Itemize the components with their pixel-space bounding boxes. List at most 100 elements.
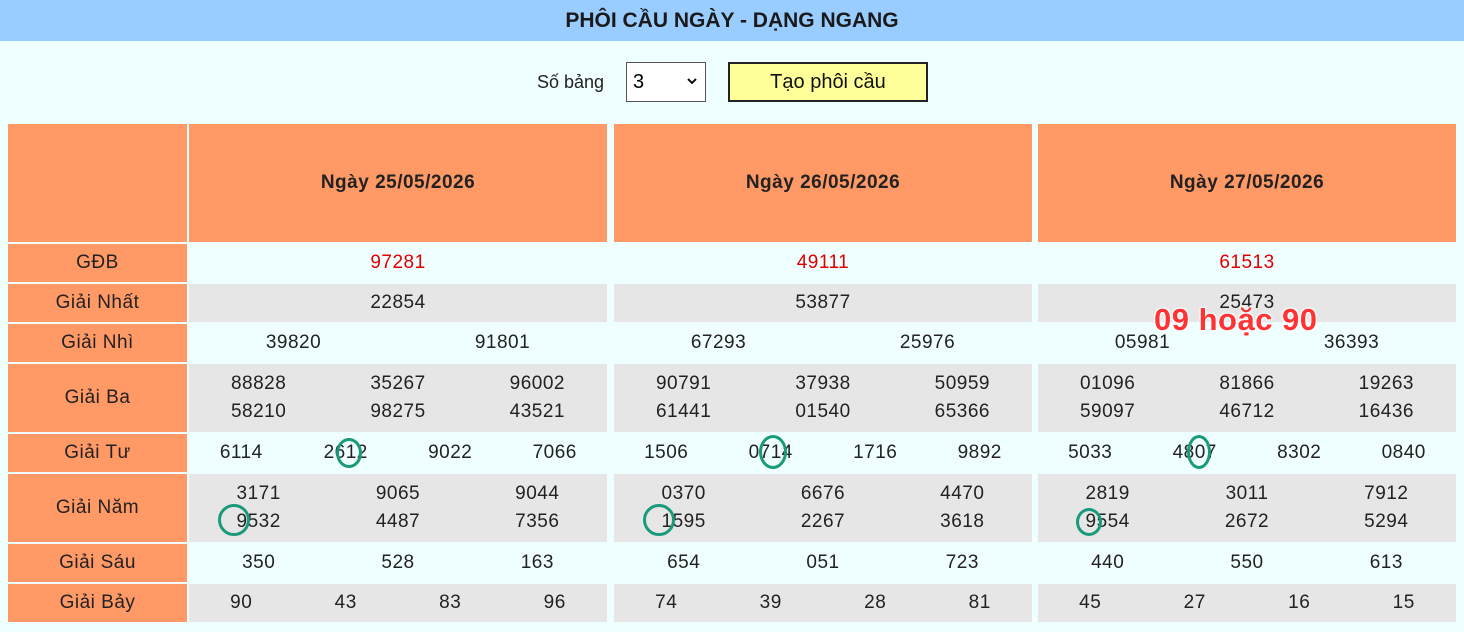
prize-value: 5294 xyxy=(1364,511,1409,532)
prize-value: 39 xyxy=(759,592,782,613)
table-row: GĐB 97281 49111 61513 xyxy=(8,244,1456,282)
prize-value: 9554 xyxy=(1085,511,1130,532)
prize-value: 654 xyxy=(667,552,701,573)
board-count-label: Số bảng xyxy=(537,72,605,92)
controls-bar: Số bảng 3 Tạo phôi cầu xyxy=(0,62,1464,102)
special-prize-value: 49111 xyxy=(614,244,1032,282)
prize-value: 723 xyxy=(945,552,979,573)
prize-value: 28 xyxy=(864,592,887,613)
prize-value: 88828 xyxy=(230,373,287,394)
prize-value: 46712 xyxy=(1219,401,1275,422)
prize-value: 39820 xyxy=(265,332,322,353)
prize-value: 81866 xyxy=(1219,373,1275,394)
prize-value: 96002 xyxy=(509,373,565,394)
prize-value: 350 xyxy=(242,552,276,573)
prize-value: 7066 xyxy=(532,442,577,463)
board-count-select[interactable]: 3 xyxy=(626,62,706,102)
prize-value: 83 xyxy=(439,592,462,613)
prize-value: 7912 xyxy=(1364,483,1409,504)
page-title: PHÔI CẦU NGÀY - DẠNG NGANG xyxy=(0,0,1464,41)
prize-value: 25976 xyxy=(899,332,956,353)
prize-value: 9044 xyxy=(515,483,560,504)
prize-value: 65366 xyxy=(934,401,990,422)
prize-value: 90 xyxy=(230,592,253,613)
prize-value: 15 xyxy=(1392,592,1415,613)
prize-value: 528 xyxy=(381,552,415,573)
prize-value: 7356 xyxy=(515,511,560,532)
prize-value: 440 xyxy=(1091,552,1125,573)
prize-value: 613 xyxy=(1369,552,1403,573)
prize-value: 43 xyxy=(334,592,357,613)
prize-value: 9022 xyxy=(428,442,473,463)
prize-value: 27 xyxy=(1183,592,1206,613)
special-prize-value: 61513 xyxy=(1038,244,1456,282)
prize-value: 8302 xyxy=(1277,442,1322,463)
table-row: Giải Sáu 350 528 163 654 051 723 440 550… xyxy=(8,544,1456,582)
table-row: Giải Ba 88828 35267 96002 58210 98275 43… xyxy=(8,364,1456,432)
prize-value: 67293 xyxy=(690,332,747,353)
date-header: Ngày 27/05/2026 xyxy=(1038,124,1456,242)
prize-value: 2612 xyxy=(323,442,368,463)
prize-value: 45 xyxy=(1079,592,1102,613)
prize-value: 61441 xyxy=(655,401,712,422)
prize-value: 1716 xyxy=(853,442,898,463)
prize-value: 9532 xyxy=(236,511,281,532)
prize-value: 16 xyxy=(1288,592,1311,613)
generate-button[interactable]: Tạo phôi cầu xyxy=(728,62,928,102)
prize-value: 9065 xyxy=(375,483,421,504)
prize-value: 90791 xyxy=(655,373,712,394)
prize-value: 4470 xyxy=(940,483,985,504)
prize-value: 58210 xyxy=(230,401,287,422)
prize-value: 01096 xyxy=(1079,373,1136,394)
prize-value: 19263 xyxy=(1358,373,1414,394)
prize-value: 2819 xyxy=(1085,483,1130,504)
prize-label: Giải Tư xyxy=(8,434,187,472)
prize-value: 6676 xyxy=(800,483,846,504)
prediction-text: 09 hoặc 90 xyxy=(1154,302,1318,337)
table-row: Giải Tư 6114 2612 9022 7066 1506 0714 17… xyxy=(8,434,1456,472)
prize-value: 550 xyxy=(1230,552,1264,573)
prize-value: 22854 xyxy=(189,284,607,322)
prize-value: 4487 xyxy=(375,511,421,532)
prize-value: 74 xyxy=(655,592,678,613)
prize-value: 81 xyxy=(968,592,991,613)
prize-value: 91801 xyxy=(474,332,531,353)
prize-value: 36393 xyxy=(1323,332,1380,353)
prize-label: Giải Bảy xyxy=(8,584,187,622)
prize-label: GĐB xyxy=(8,244,187,282)
prize-value: 1595 xyxy=(661,511,706,532)
prize-label: Giải Nhì xyxy=(8,324,187,362)
prize-value: 1506 xyxy=(644,442,689,463)
prize-value: 0840 xyxy=(1381,442,1426,463)
prize-value: 2672 xyxy=(1224,511,1270,532)
prize-label: Giải Năm xyxy=(8,474,187,542)
prize-value: 4807 xyxy=(1172,442,1217,463)
table-row: Giải Năm 3171 9065 9044 9532 4487 7356 0… xyxy=(8,474,1456,542)
prize-value: 051 xyxy=(806,552,840,573)
prize-value: 98275 xyxy=(370,401,426,422)
prize-value: 0370 xyxy=(661,483,706,504)
prize-value: 35267 xyxy=(370,373,426,394)
prize-value: 3618 xyxy=(940,511,985,532)
prize-value: 43521 xyxy=(509,401,565,422)
prize-value: 163 xyxy=(520,552,554,573)
prize-value: 01540 xyxy=(795,401,851,422)
prize-value: 50959 xyxy=(934,373,990,394)
header-corner xyxy=(8,124,187,242)
prize-label: Giải Sáu xyxy=(8,544,187,582)
prize-value: 16436 xyxy=(1358,401,1414,422)
prize-label: Giải Nhất xyxy=(8,284,187,322)
prize-value: 2267 xyxy=(800,511,846,532)
prize-value: 53877 xyxy=(614,284,1032,322)
prize-value: 3171 xyxy=(236,483,281,504)
prize-value: 0714 xyxy=(748,442,793,463)
table-header-row: Ngày 25/05/2026 Ngày 26/05/2026 Ngày 27/… xyxy=(8,124,1456,242)
prize-value: 5033 xyxy=(1068,442,1113,463)
prize-value: 6114 xyxy=(219,442,263,463)
prize-value: 9892 xyxy=(957,442,1002,463)
prize-value: 96 xyxy=(543,592,566,613)
special-prize-value: 97281 xyxy=(189,244,607,282)
prize-value: 59097 xyxy=(1079,401,1136,422)
prize-value: 3011 xyxy=(1225,483,1269,504)
prize-label: Giải Ba xyxy=(8,364,187,432)
